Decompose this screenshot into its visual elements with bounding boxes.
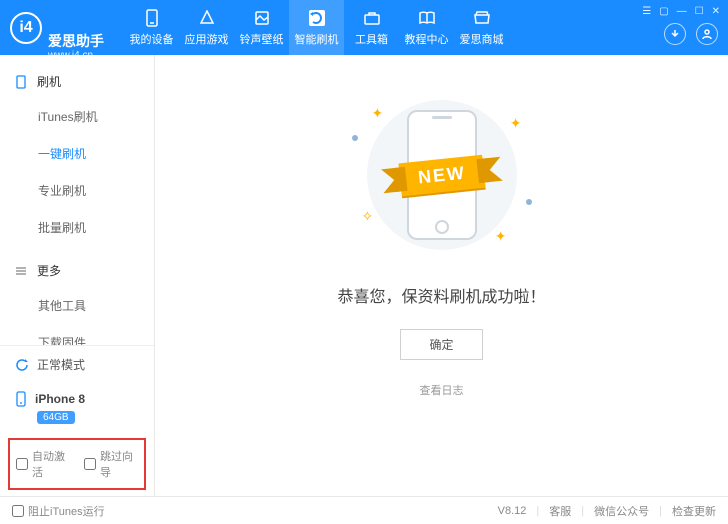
app-url: www.i4.cn [48,50,104,62]
phone-small-icon [15,391,27,407]
sidebar-item-other-tools[interactable]: 其他工具 [0,287,154,324]
menu-icon[interactable]: ☰ [642,6,651,17]
nav-my-device[interactable]: 我的设备 [124,0,179,55]
sidebar-item-pro-flash[interactable]: 专业刷机 [0,172,154,209]
ok-button[interactable]: 确定 [400,329,482,360]
wallpaper-icon [253,9,271,27]
nav-flash[interactable]: 智能刷机 [289,0,344,55]
sidebar-item-oneclick-flash[interactable]: 一键刷机 [0,135,154,172]
sidebar-item-itunes-flash[interactable]: iTunes刷机 [0,98,154,135]
block-itunes-checkbox[interactable]: 阻止iTunes运行 [12,503,105,519]
device-name: iPhone 8 [35,392,85,406]
device-info[interactable]: iPhone 8 64GB [0,383,154,432]
main-nav: 我的设备 应用游戏 铃声壁纸 智能刷机 工具箱 教程中心 爱思商城 [124,0,509,55]
close-icon[interactable]: ✕ [712,6,720,17]
sparkle-icon: ✦ [510,115,522,132]
apps-icon [198,9,216,27]
version-label: V8.12 [498,505,527,517]
wechat-link[interactable]: 微信公众号 [594,503,649,519]
main-content: ✦ ✦ ✧ ✦ NEW 恭喜您，保资料刷机成功啦！ 确定 查看日志 [155,55,728,496]
success-illustration: ✦ ✦ ✧ ✦ NEW [342,95,542,255]
list-icon [15,265,29,277]
sidebar-section-more[interactable]: 更多 [0,254,154,287]
auto-activate-checkbox[interactable]: 自动激活 [16,448,70,480]
store-icon [473,9,491,27]
view-log-link[interactable]: 查看日志 [420,382,464,398]
sparkle-icon: ✦ [495,228,507,245]
book-icon [418,9,436,27]
refresh-icon [15,358,29,372]
sparkle-icon: ✦ [372,105,384,122]
sidebar-section-flash[interactable]: 刷机 [0,65,154,98]
check-update-link[interactable]: 检查更新 [672,503,716,519]
skip-wizard-checkbox[interactable]: 跳过向导 [84,448,138,480]
options-highlight-box: 自动激活 跳过向导 [8,438,146,490]
mode-status[interactable]: 正常模式 [0,346,154,383]
nav-ringtones[interactable]: 铃声壁纸 [234,0,289,55]
flash-icon [308,9,326,27]
nav-toolbox[interactable]: 工具箱 [344,0,399,55]
skin-icon[interactable]: ▢ [659,6,668,17]
window-controls: ☰ ▢ — ☐ ✕ [642,6,720,17]
minimize-icon[interactable]: — [677,6,687,17]
success-message: 恭喜您，保资料刷机成功啦！ [337,283,545,307]
maximize-icon[interactable]: ☐ [695,6,704,17]
download-button[interactable] [664,23,686,45]
nav-apps[interactable]: 应用游戏 [179,0,234,55]
logo-icon: i4 [10,12,42,44]
sparkle-icon: ✧ [362,208,374,225]
sidebar-item-download-firmware[interactable]: 下载固件 [0,324,154,345]
device-icon [15,75,29,89]
support-link[interactable]: 客服 [549,503,571,519]
sidebar: 刷机 iTunes刷机 一键刷机 专业刷机 批量刷机 更多 其他工具 下载固件 … [0,55,155,496]
nav-store[interactable]: 爱思商城 [454,0,509,55]
app-logo: i4 爱思助手 www.i4.cn [10,0,104,62]
nav-tutorials[interactable]: 教程中心 [399,0,454,55]
app-name: 爱思助手 [48,0,104,50]
user-button[interactable] [696,23,718,45]
phone-icon [143,9,161,27]
sidebar-item-batch-flash[interactable]: 批量刷机 [0,209,154,246]
toolbox-icon [363,9,381,27]
title-bar: i4 爱思助手 www.i4.cn 我的设备 应用游戏 铃声壁纸 智能刷机 工具… [0,0,728,55]
status-bar: 阻止iTunes运行 V8.12| 客服| 微信公众号| 检查更新 [0,496,728,524]
storage-badge: 64GB [37,411,75,424]
